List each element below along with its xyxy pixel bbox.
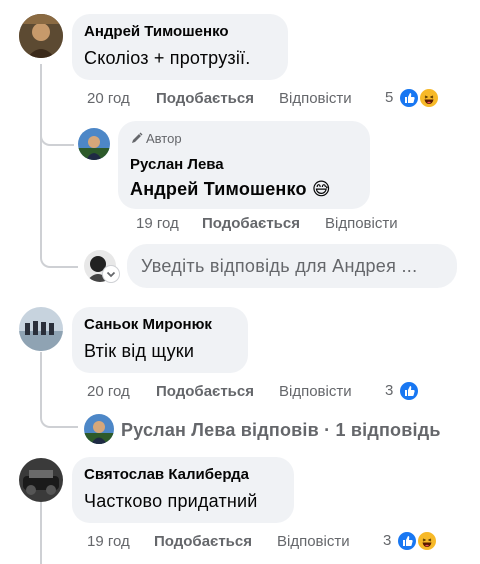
haha-icon xyxy=(416,530,438,552)
avatar[interactable] xyxy=(78,128,110,160)
reaction-summary[interactable]: 5 xyxy=(385,87,447,109)
comment-author[interactable]: Андрей Тимошенко xyxy=(84,22,276,42)
thread-branch xyxy=(40,352,78,428)
comment-time[interactable]: 20 год xyxy=(87,89,130,109)
comment-actions: 19 год Подобається Відповісти xyxy=(87,532,387,552)
comment-author[interactable]: Саньок Миронюк xyxy=(84,315,236,335)
comment-time[interactable]: 20 год xyxy=(87,382,130,402)
reaction-count: 3 xyxy=(383,532,392,549)
avatar-image xyxy=(84,414,114,444)
comment-text: Втік від щуки xyxy=(84,341,195,361)
haha-icon xyxy=(418,87,440,109)
like-button[interactable]: Подобається xyxy=(154,532,252,552)
avatar-image xyxy=(19,458,63,502)
like-icon xyxy=(398,87,420,109)
comment-text: Сколіоз + протрузії. xyxy=(84,48,251,68)
author-badge-label: Автор xyxy=(146,131,182,146)
avatar-image xyxy=(19,14,63,58)
thread-line xyxy=(40,502,42,564)
view-replies-link[interactable]: Руслан Лева відповів · 1 відповідь xyxy=(121,418,441,442)
reaction-summary[interactable]: 3 xyxy=(385,380,427,402)
comment-actions: 20 год Подобається Відповісти xyxy=(87,382,387,402)
reaction-summary[interactable]: 3 xyxy=(383,530,445,552)
account-switcher-chevron[interactable] xyxy=(103,266,119,282)
reply-author[interactable]: Руслан Лева xyxy=(130,155,358,175)
reply-button[interactable]: Відповісти xyxy=(325,214,398,234)
comment-actions: 20 год Подобається Відповісти xyxy=(87,89,387,109)
like-button[interactable]: Подобається xyxy=(156,89,254,109)
reply-input-box[interactable] xyxy=(127,244,457,288)
reaction-count: 3 xyxy=(385,382,394,399)
reaction-count: 5 xyxy=(385,89,394,106)
like-button[interactable]: Подобається xyxy=(156,382,254,402)
like-button[interactable]: Подобається xyxy=(202,214,300,234)
chevron-down-icon xyxy=(106,271,116,278)
reply-actions: 19 год Подобається Відповісти xyxy=(136,214,436,234)
like-icon xyxy=(396,530,418,552)
avatar[interactable] xyxy=(84,414,114,444)
pencil-icon xyxy=(130,131,144,149)
avatar-image xyxy=(78,128,110,160)
comment-time[interactable]: 19 год xyxy=(87,532,130,552)
comment-author[interactable]: Святослав Калиберда xyxy=(84,465,282,485)
comment-text: Частково придатний xyxy=(84,491,258,511)
avatar[interactable] xyxy=(19,14,63,58)
reply-text: Андрей Тимошенко 😅 xyxy=(130,179,331,199)
avatar[interactable] xyxy=(19,307,63,351)
author-badge: Автор xyxy=(130,131,358,149)
reply-button[interactable]: Відповісти xyxy=(277,532,350,552)
avatar[interactable] xyxy=(19,458,63,502)
reply-button[interactable]: Відповісти xyxy=(279,382,352,402)
like-icon xyxy=(398,380,420,402)
reply-input[interactable] xyxy=(127,244,457,288)
reply-time[interactable]: 19 год xyxy=(136,214,179,234)
comment-bubble: Саньок Миронюк Втік від щуки xyxy=(72,307,248,373)
reply-bubble: Автор Руслан Лева Андрей Тимошенко 😅 xyxy=(118,121,370,209)
comment-bubble: Святослав Калиберда Частково придатний xyxy=(72,457,294,523)
comment-bubble: Андрей Тимошенко Сколіоз + протрузії. xyxy=(72,14,288,80)
thread-branch xyxy=(40,136,78,268)
reply-button[interactable]: Відповісти xyxy=(279,89,352,109)
avatar-image xyxy=(19,307,63,351)
